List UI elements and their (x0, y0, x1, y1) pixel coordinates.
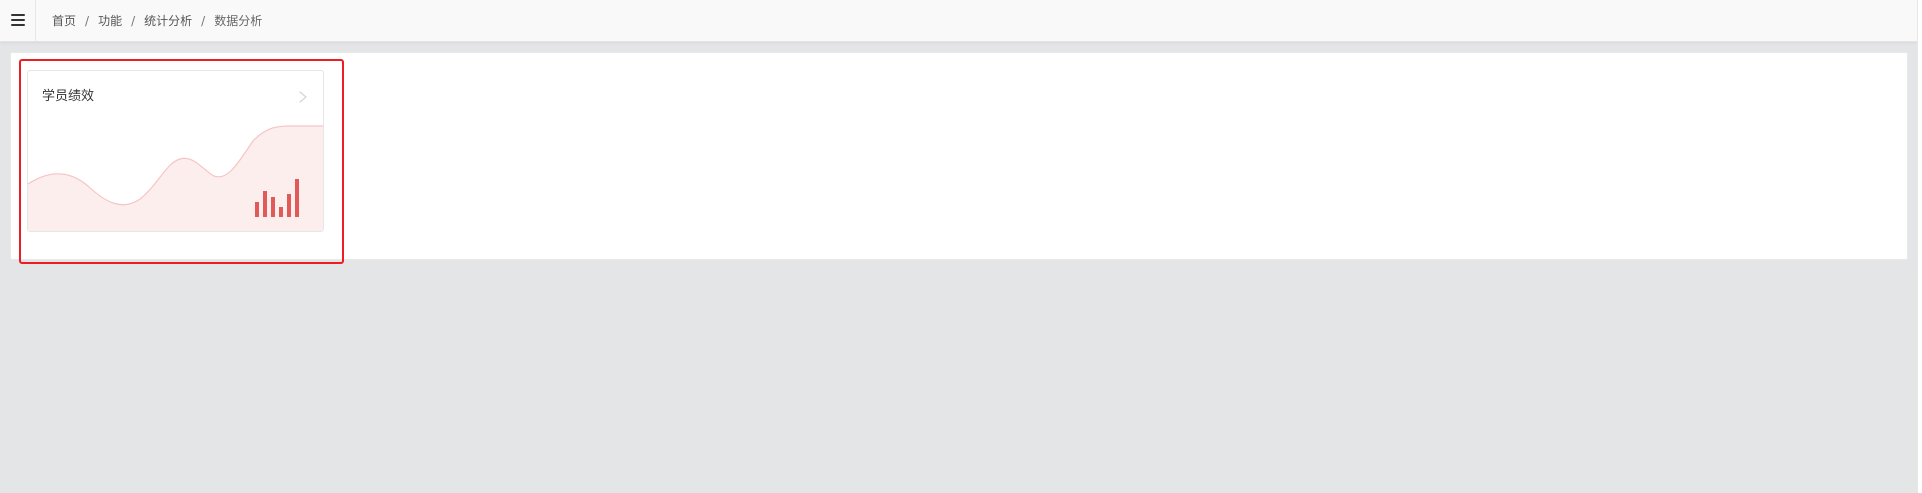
breadcrumb-functions[interactable]: 功能 (98, 14, 122, 28)
breadcrumb-home[interactable]: 首页 (52, 14, 76, 28)
chevron-right-icon (299, 91, 307, 103)
bar (255, 202, 259, 217)
scrollbar-gutter (1917, 0, 1922, 493)
breadcrumb-statistics[interactable]: 统计分析 (144, 14, 192, 28)
bar (263, 191, 267, 217)
app-window: 首页 / 功能 / 统计分析 / 数据分析 学员绩效 (0, 0, 1922, 493)
bar (279, 207, 283, 217)
bar (295, 179, 299, 217)
breadcrumb-separator: / (201, 14, 206, 28)
breadcrumb: 首页 / 功能 / 统计分析 / 数据分析 (52, 13, 262, 29)
breadcrumb-separator: / (85, 14, 90, 28)
content-area: 首页 / 功能 / 统计分析 / 数据分析 学员绩效 (0, 0, 1917, 493)
menu-line (11, 24, 25, 26)
bar (287, 194, 291, 217)
menu-line (11, 19, 25, 21)
breadcrumb-separator: / (131, 14, 136, 28)
breadcrumb-current: 数据分析 (214, 14, 263, 28)
hamburger-menu-icon[interactable] (0, 0, 36, 41)
bar (271, 197, 275, 217)
menu-line (11, 14, 25, 16)
card-title: 学员绩效 (42, 89, 95, 104)
student-performance-card[interactable]: 学员绩效 (27, 70, 324, 232)
top-bar: 首页 / 功能 / 统计分析 / 数据分析 (0, 0, 1917, 42)
